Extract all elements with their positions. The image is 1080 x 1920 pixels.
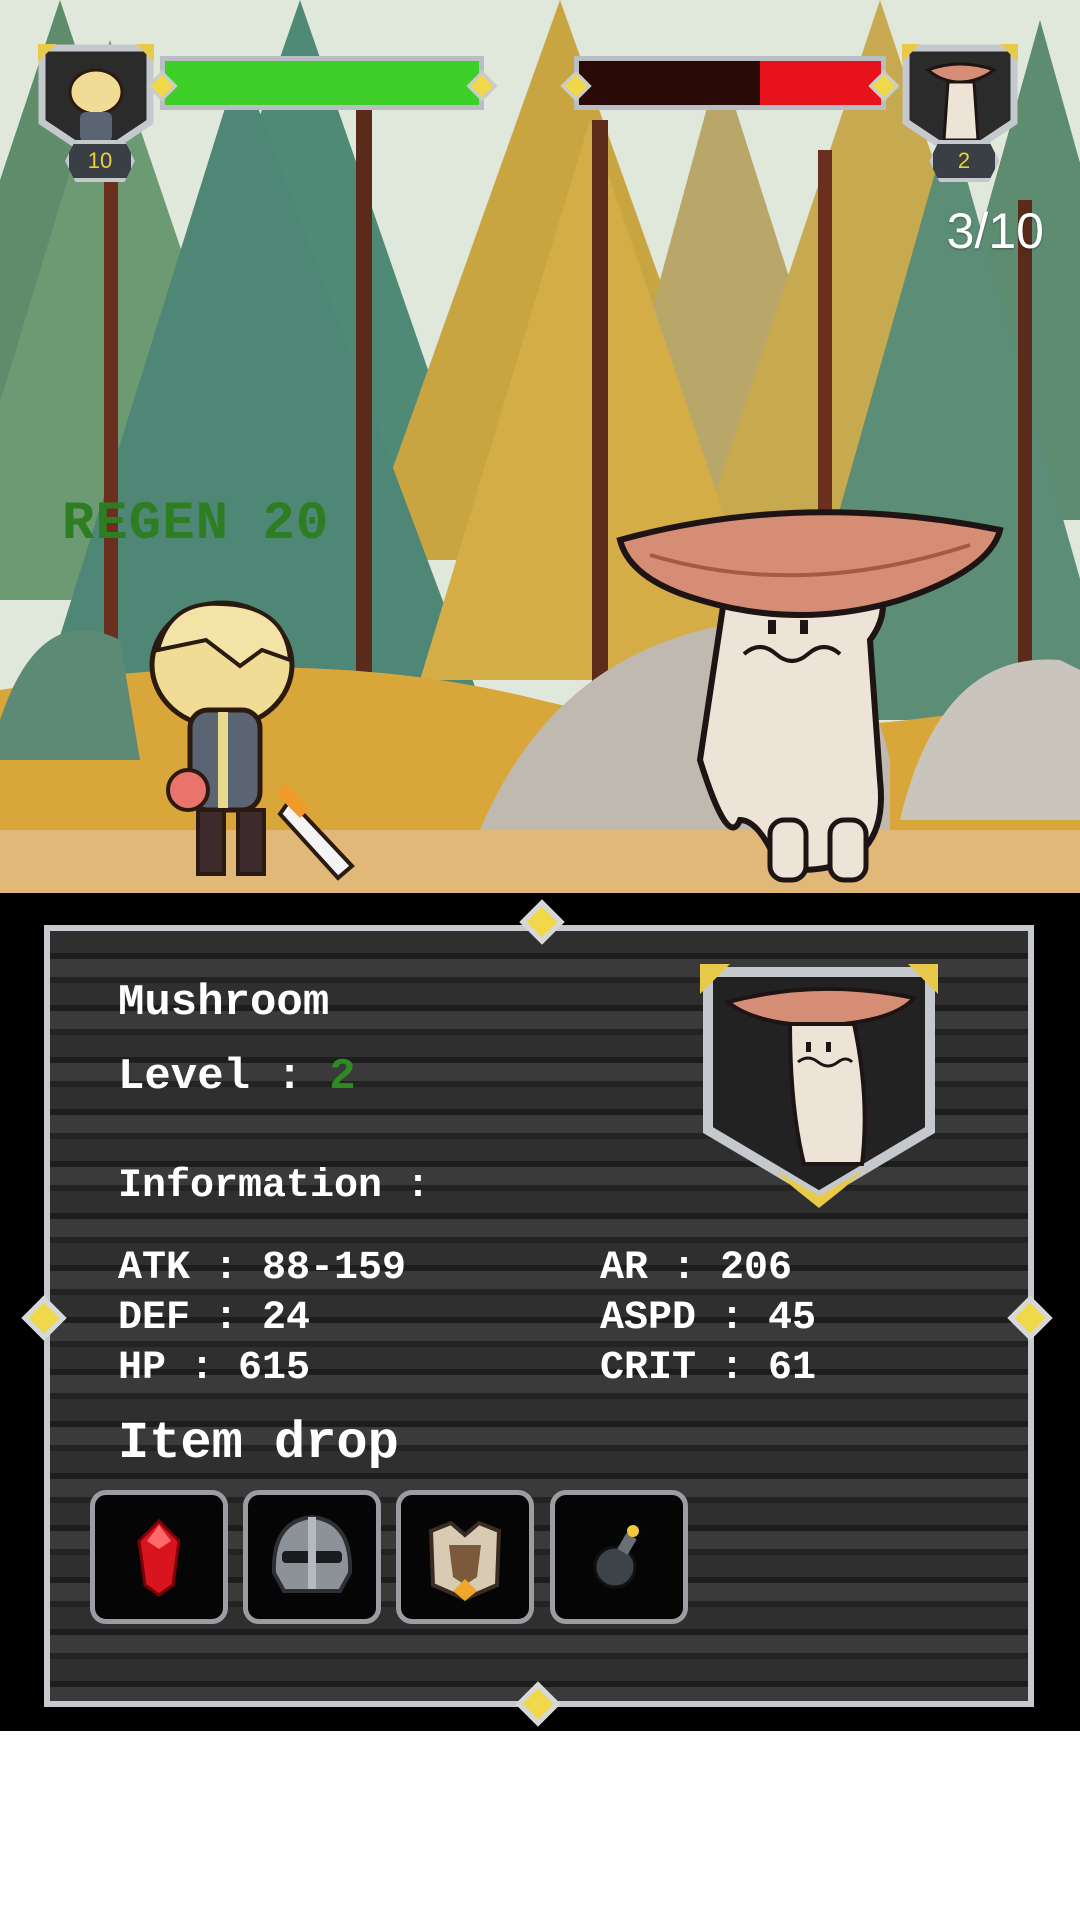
stat-aspd: ASPD : 45 [600, 1296, 817, 1341]
stage-counter: 3/10 [946, 203, 1044, 259]
regen-floating-text: REGEN 20 [62, 494, 330, 555]
bomb-potion-icon [593, 1525, 639, 1589]
level-label: Level : [118, 1052, 330, 1102]
item-slot-red-gem[interactable] [90, 1490, 228, 1624]
player-health-bar [146, 56, 498, 110]
stat-hp: HP : 615 [118, 1346, 311, 1391]
stat-atk: ATK : 88-159 [118, 1246, 407, 1291]
monster-level-row: Level : 2 [118, 1052, 356, 1102]
battle-scene: 10 2 3/10 REGEN 20 [0, 0, 1080, 893]
enemy-health-fill [760, 61, 881, 105]
item-slot-armor[interactable] [396, 1490, 534, 1624]
stat-crit: CRIT : 61 [600, 1346, 817, 1391]
information-label: Information : [118, 1164, 431, 1209]
knight-helmet-icon [271, 1514, 353, 1593]
item-drop-label: Item drop [118, 1414, 399, 1473]
red-gem-icon [137, 1518, 181, 1597]
stat-def: DEF : 24 [118, 1296, 311, 1341]
enemy-portrait: 2 [898, 40, 1022, 182]
monster-portrait [700, 964, 938, 1208]
player-portrait: 10 [34, 40, 158, 182]
stat-ar: AR : 206 [600, 1246, 793, 1291]
monster-name: Mushroom [118, 978, 330, 1028]
player-health-fill [165, 61, 479, 105]
enemy-level-badge: 2 [929, 140, 999, 182]
item-slot-bomb[interactable] [550, 1490, 688, 1624]
item-slot-helmet[interactable] [243, 1490, 381, 1624]
level-value: 2 [329, 1052, 356, 1102]
player-level-badge: 10 [65, 140, 135, 182]
enemy-health-bar [560, 56, 900, 110]
armor-chest-icon [428, 1520, 502, 1602]
